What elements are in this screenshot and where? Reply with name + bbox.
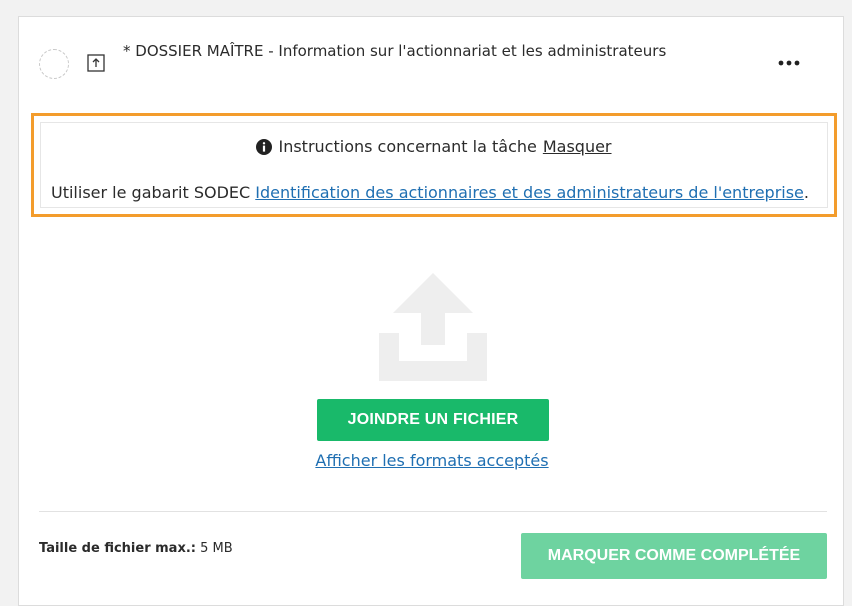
status-circle-icon[interactable] — [39, 49, 69, 79]
task-title: * DOSSIER MAÎTRE - Information sur l'act… — [123, 42, 667, 60]
instructions-heading-text: Instructions concernant la tâche — [278, 137, 537, 156]
accepted-formats-link: Afficher les formats acceptés — [19, 451, 845, 470]
instructions-inner: Instructions concernant la tâche Masquer… — [40, 122, 828, 208]
instructions-body: Utiliser le gabarit SODEC Identification… — [51, 183, 809, 202]
max-file-size-label: Taille de fichier max.: — [39, 541, 196, 556]
attach-file-button[interactable]: JOINDRE UN FICHIER — [317, 399, 549, 441]
task-card: * DOSSIER MAÎTRE - Information sur l'act… — [18, 16, 844, 606]
mark-complete-button[interactable]: MARQUER COMME COMPLÉTÉE — [521, 533, 827, 579]
instructions-body-prefix: Utiliser le gabarit SODEC — [51, 183, 256, 202]
max-file-size-value: 5 MB — [195, 541, 233, 556]
upload-arrow-icon — [379, 273, 487, 381]
info-circle-icon — [256, 138, 273, 155]
template-link[interactable]: Identification des actionnaires et des a… — [255, 183, 804, 202]
task-header: * DOSSIER MAÎTRE - Information sur l'act… — [19, 17, 845, 101]
instructions-heading: Instructions concernant la tâche Masquer — [41, 137, 827, 156]
accepted-formats-link-text[interactable]: Afficher les formats acceptés — [315, 451, 548, 470]
upload-box-icon — [87, 54, 105, 72]
ellipsis-icon — [778, 60, 800, 66]
hide-instructions-link[interactable]: Masquer — [543, 137, 612, 156]
footer-divider — [39, 511, 827, 512]
max-file-size: Taille de fichier max.: 5 MB — [39, 541, 233, 556]
instructions-panel: Instructions concernant la tâche Masquer… — [31, 113, 837, 217]
more-options-button[interactable] — [771, 53, 807, 73]
instructions-body-suffix: . — [803, 183, 809, 202]
